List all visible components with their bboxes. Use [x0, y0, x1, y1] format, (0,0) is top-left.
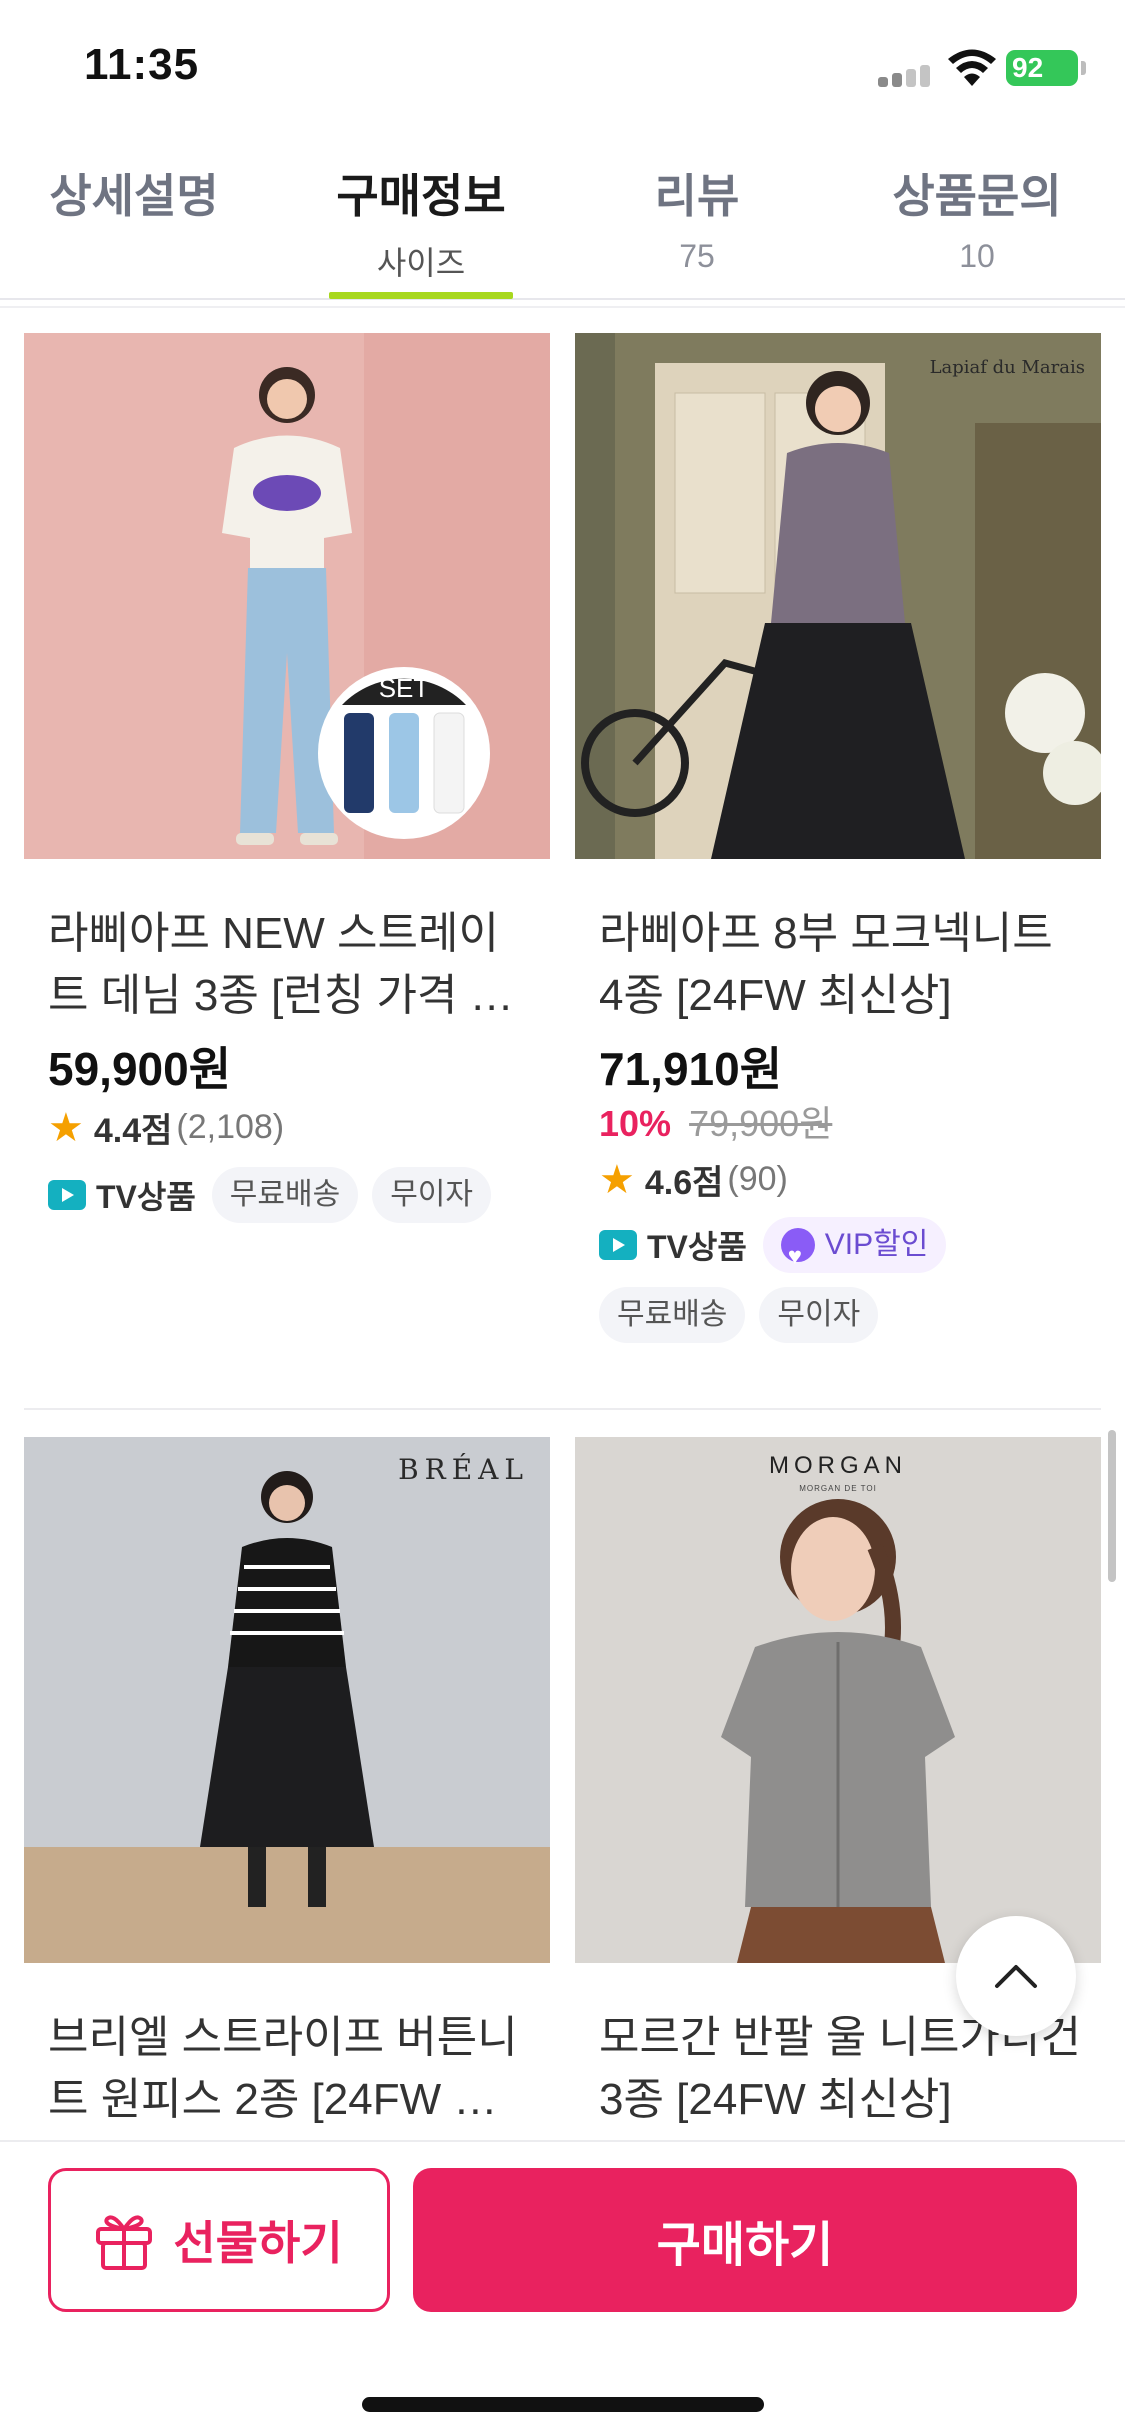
- product-image[interactable]: MORGAN MORGAN DE TOI: [575, 1437, 1101, 1963]
- set-badge-label: SET: [379, 673, 430, 703]
- chevron-up-icon: [995, 1965, 1037, 1988]
- product-rating: ★ 4.4점 (2,108): [48, 1103, 284, 1152]
- product-card[interactable]: SET 라삐아프 NEW 스트레이트 데님 3종 [런칭 가격 … 59,900…: [24, 333, 550, 1393]
- tab-bar: 상세설명 구매정보 사이즈 리뷰 75 상품문의 10: [0, 140, 1125, 300]
- product-rating: ★ 4.6점 (90): [599, 1155, 788, 1204]
- tab-inquiries[interactable]: 상품문의 10: [847, 160, 1107, 275]
- product-tags: TV상품 무료배송 무이자: [48, 1167, 548, 1223]
- star-icon: ★: [599, 1157, 635, 1202]
- tab-purchase-info[interactable]: 구매정보 사이즈: [291, 160, 551, 284]
- tab-reviews[interactable]: 리뷰 75: [567, 160, 827, 275]
- product-image[interactable]: BRÉAL: [24, 1437, 550, 1963]
- divider: [0, 306, 1125, 308]
- scrollbar[interactable]: [1108, 1430, 1116, 1582]
- active-tab-indicator: [329, 292, 513, 299]
- free-shipping-tag: 무료배송: [211, 1167, 359, 1223]
- tag-label: TV상품: [96, 1179, 196, 1215]
- app: 11:35 92 상세설명 구매정보 사이즈 리뷰 75 상품문의 10 SET…: [0, 0, 1125, 2436]
- product-image-watermark: Lapiaf du Marais: [930, 357, 1085, 378]
- tag-label: VIP할인: [824, 1228, 929, 1261]
- tab-description[interactable]: 상세설명: [4, 160, 264, 226]
- product-image[interactable]: SET: [24, 333, 550, 859]
- signal-icon: [878, 65, 934, 87]
- tab-label: 상품문의: [892, 170, 1062, 222]
- product-title[interactable]: 브리엘 스트라이프 버튼니트 원피스 2종 [24FW …: [48, 2007, 538, 2131]
- tag-label: TV상품: [647, 1229, 747, 1265]
- product-image[interactable]: Lapiaf du Marais: [575, 333, 1101, 859]
- home-indicator: [362, 2397, 764, 2412]
- scroll-to-top-button[interactable]: [956, 1916, 1076, 2036]
- status-bar: 11:35 92: [0, 0, 1125, 140]
- product-title[interactable]: 라삐아프 NEW 스트레이트 데님 3종 [런칭 가격 …: [48, 903, 538, 1027]
- gift-icon: [96, 2215, 153, 2270]
- product-price: 71,910원: [599, 1043, 783, 1095]
- brand-logo: MORGAN: [769, 1452, 907, 1479]
- tv-product-tag: TV상품: [48, 1167, 196, 1223]
- tab-sub: 10: [959, 238, 995, 274]
- no-interest-tag: 무이자: [372, 1167, 491, 1223]
- product-card[interactable]: Lapiaf du Marais 라삐아프 8부 모크넥니트 4종 [24FW …: [575, 333, 1101, 1393]
- tab-sub: 사이즈: [376, 245, 466, 281]
- discount-row: 10% 79,900원: [599, 1095, 832, 1147]
- rating-score: 4.4점: [93, 1112, 173, 1150]
- gift-button-label: 선물하기: [173, 2217, 343, 2269]
- free-shipping-tag: 무료배송: [599, 1287, 746, 1343]
- vip-heart-icon: [780, 1228, 815, 1285]
- status-time: 11:35: [84, 40, 200, 89]
- bottom-action-bar: 선물하기 구매하기: [0, 2140, 1125, 2436]
- product-card[interactable]: BRÉAL 브리엘 스트라이프 버튼니트 원피스 2종 [24FW …: [24, 1437, 550, 2137]
- tab-label: 상세설명: [49, 170, 219, 222]
- wifi-icon: [948, 49, 996, 86]
- buy-button[interactable]: 구매하기: [413, 2168, 1077, 2312]
- brand-logo: BRÉAL: [398, 1453, 529, 1486]
- no-interest-tag: 무이자: [759, 1287, 879, 1343]
- tab-sub: 75: [679, 238, 715, 274]
- tv-icon: [48, 1180, 86, 1210]
- battery-level: 92: [1012, 52, 1044, 83]
- gift-button[interactable]: 선물하기: [48, 2168, 390, 2312]
- product-price: 59,900원: [48, 1043, 232, 1095]
- tab-label: 리뷰: [654, 170, 740, 222]
- vip-discount-tag: VIP할인: [762, 1217, 947, 1285]
- battery-icon: 92: [1006, 50, 1086, 86]
- tv-icon: [599, 1230, 637, 1260]
- product-tags: TV상품 VIP할인 무료배송 무이자: [599, 1217, 1099, 1343]
- tab-label: 구매정보: [336, 170, 506, 222]
- tv-product-tag: TV상품: [599, 1217, 747, 1273]
- product-title[interactable]: 라삐아프 8부 모크넥니트 4종 [24FW 최신상]: [599, 903, 1089, 1027]
- review-count: (2,108): [176, 1108, 285, 1146]
- divider: [24, 1408, 1101, 1410]
- original-price: 79,900원: [689, 1103, 833, 1144]
- discount-rate: 10%: [599, 1103, 672, 1144]
- rating-score: 4.6점: [644, 1164, 724, 1202]
- buy-button-label: 구매하기: [656, 2219, 834, 2272]
- brand-sub: MORGAN DE TOI: [799, 1484, 877, 1493]
- review-count: (90): [727, 1160, 788, 1198]
- star-icon: ★: [48, 1105, 84, 1150]
